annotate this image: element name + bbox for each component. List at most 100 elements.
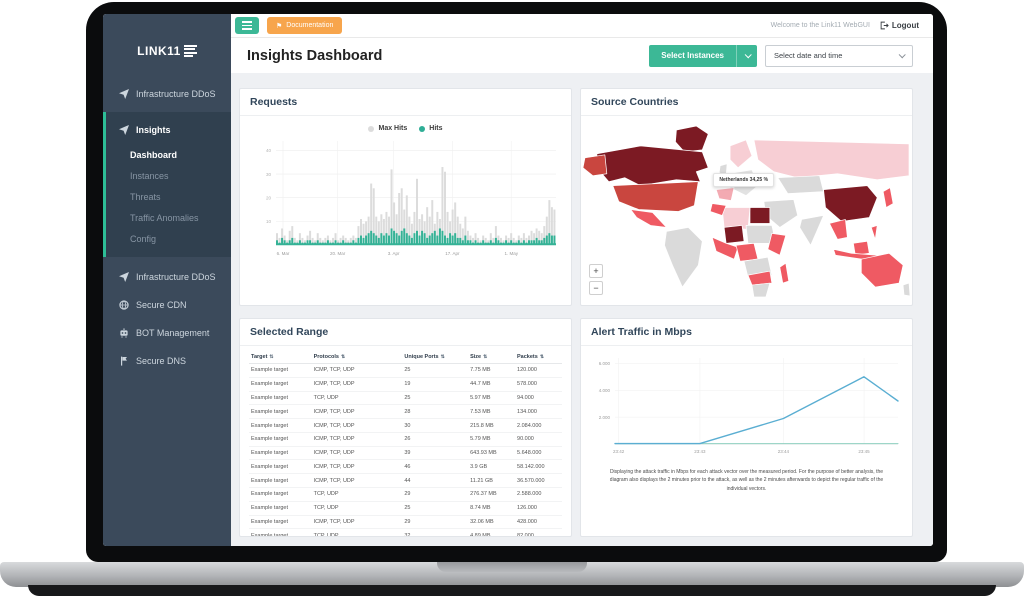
target-link[interactable]: Example target <box>249 419 312 433</box>
sidebar-subitem-traffic-anomalies[interactable]: Traffic Anomalies <box>106 207 231 228</box>
target-link[interactable]: Example target <box>249 446 312 460</box>
svg-text:23:43: 23:43 <box>694 449 706 454</box>
map-zoom-controls: + − <box>589 264 603 295</box>
table-cell: ICMP, TCP, UDP <box>312 446 403 460</box>
table-cell: 4.89 MB <box>468 529 515 536</box>
chevron-down-icon[interactable] <box>736 45 757 67</box>
sidebar-item-infrastructure-ddos[interactable]: Infrastructure DDoS <box>103 263 231 291</box>
table-cell: 26 <box>402 432 468 446</box>
column-header-packets[interactable]: Packets⇅ <box>515 350 562 364</box>
table-cell: 643.93 MB <box>468 446 515 460</box>
sidebar-item-label: Secure CDN <box>136 300 187 310</box>
table-cell: ICMP, TCP, UDP <box>312 515 403 529</box>
target-link[interactable]: Example target <box>249 405 312 419</box>
table-cell: 7.75 MB <box>468 364 515 378</box>
page-header-controls: Select Instances Select date and time <box>649 45 913 67</box>
flag-icon: ⚑ <box>276 22 282 30</box>
sidebar-subitem-threats[interactable]: Threats <box>106 186 231 207</box>
logout-icon <box>880 21 889 30</box>
table-cell: ICMP, TCP, UDP <box>312 364 403 378</box>
table-cell: 30 <box>402 419 468 433</box>
svg-text:1. May: 1. May <box>504 251 518 256</box>
paper-plane-icon <box>119 89 129 99</box>
alert-line-chart[interactable]: 2.0004.0006.00023:4223:4323:4423:45 <box>588 352 906 465</box>
top-navbar: ⚑ Documentation Welcome to the Link11 We… <box>231 14 933 38</box>
panel-title: Selected Range <box>240 319 571 346</box>
requests-chart-area: Max Hits Hits 102030406. Mar20. Mar3. Ap… <box>240 116 571 305</box>
logout-button[interactable]: Logout <box>880 21 919 30</box>
sidebar-item-insights[interactable]: Insights <box>106 116 231 144</box>
svg-text:20. Mar: 20. Mar <box>329 251 345 256</box>
column-header-unique-ports[interactable]: Unique Ports⇅ <box>402 350 468 364</box>
sidebar-item-label: Insights <box>136 125 171 135</box>
column-header-target[interactable]: Target⇅ <box>249 350 312 364</box>
sidebar-item-label: Infrastructure DDoS <box>136 89 216 99</box>
table-row: Example targetTCP, UDP255.97 MB94.000 <box>249 391 562 405</box>
sidebar-subnav: DashboardInstancesThreatsTraffic Anomali… <box>106 144 231 249</box>
table-row: Example targetICMP, TCP, UDP4411.21 GB36… <box>249 474 562 488</box>
column-header-protocols[interactable]: Protocols⇅ <box>312 350 403 364</box>
table-cell: 120.000 <box>515 364 562 378</box>
world-map[interactable] <box>581 116 912 305</box>
date-time-select[interactable]: Select date and time <box>765 45 913 67</box>
laptop-mockup: LINK11 Infrastructure DDoS Insights Dash… <box>0 0 1024 598</box>
target-link[interactable]: Example target <box>249 364 312 378</box>
table-cell: 39 <box>402 446 468 460</box>
sidebar-subitem-dashboard[interactable]: Dashboard <box>106 144 231 165</box>
sidebar-item-label: Infrastructure DDoS <box>136 272 216 282</box>
table-cell: ICMP, TCP, UDP <box>312 419 403 433</box>
target-link[interactable]: Example target <box>249 432 312 446</box>
sort-icon: ⇅ <box>341 354 345 360</box>
table-cell: 90.000 <box>515 432 562 446</box>
table-cell: 11.21 GB <box>468 474 515 488</box>
target-link[interactable]: Example target <box>249 460 312 474</box>
target-link[interactable]: Example target <box>249 501 312 515</box>
chevron-down-icon <box>899 51 906 58</box>
svg-text:2.000: 2.000 <box>598 415 610 420</box>
alert-description: Displaying the attack traffic in Mbps fo… <box>581 465 912 493</box>
svg-text:30: 30 <box>265 172 271 177</box>
sidebar-item-label: Secure DNS <box>136 356 186 366</box>
svg-text:23:42: 23:42 <box>613 449 625 454</box>
legend-item-hits[interactable]: Hits <box>419 125 442 132</box>
sidebar-item-secure-cdn[interactable]: Secure CDN <box>103 291 231 319</box>
target-link[interactable]: Example target <box>249 474 312 488</box>
svg-text:6. Mar: 6. Mar <box>276 251 289 256</box>
zoom-out-button[interactable]: − <box>589 281 603 295</box>
panel-requests: Requests Max Hits Hits 10 <box>239 88 572 306</box>
sidebar-subitem-instances[interactable]: Instances <box>106 165 231 186</box>
dns-flag-icon <box>119 356 129 366</box>
legend-dot-teal <box>419 126 425 132</box>
table-cell: 82.000 <box>515 529 562 536</box>
table-cell: ICMP, TCP, UDP <box>312 377 403 391</box>
table-cell: ICMP, TCP, UDP <box>312 460 403 474</box>
target-link[interactable]: Example target <box>249 391 312 405</box>
target-link[interactable]: Example target <box>249 488 312 502</box>
table-row: Example targetICMP, TCP, UDP265.79 MB90.… <box>249 432 562 446</box>
table-row: Example targetICMP, TCP, UDP39643.93 MB5… <box>249 446 562 460</box>
table-cell: 5.648.000 <box>515 446 562 460</box>
sidebar-subitem-config[interactable]: Config <box>106 228 231 249</box>
documentation-button[interactable]: ⚑ Documentation <box>267 17 342 34</box>
sidebar-item-infrastructure-ddos-top[interactable]: Infrastructure DDoS <box>103 80 231 108</box>
sidebar-item-secure-dns[interactable]: Secure DNS <box>103 347 231 375</box>
target-link[interactable]: Example target <box>249 529 312 536</box>
select-instances-button[interactable]: Select Instances <box>649 45 757 67</box>
sort-icon: ⇅ <box>441 354 445 360</box>
column-header-size[interactable]: Size⇅ <box>468 350 515 364</box>
panel-source-countries: Source Countries <box>580 88 913 306</box>
requests-bar-chart[interactable]: 102030406. Mar20. Mar3. Apr17. Apr1. May <box>250 133 562 269</box>
table-row: Example targetTCP, UDP324.89 MB82.000 <box>249 529 562 536</box>
main-area: ⚑ Documentation Welcome to the Link11 We… <box>231 14 933 546</box>
zoom-in-button[interactable]: + <box>589 264 603 278</box>
map-area: Netherlands 34,25 % + − <box>581 116 912 305</box>
target-link[interactable]: Example target <box>249 515 312 529</box>
sidebar-item-bot-management[interactable]: BOT Management <box>103 319 231 347</box>
legend-item-max-hits[interactable]: Max Hits <box>368 125 407 132</box>
svg-text:3. Apr: 3. Apr <box>387 251 399 256</box>
table-cell: 5.97 MB <box>468 391 515 405</box>
panel-title: Alert Traffic in Mbps <box>581 319 912 346</box>
sidebar-toggle-button[interactable] <box>235 17 259 34</box>
table-cell: 7.53 MB <box>468 405 515 419</box>
target-link[interactable]: Example target <box>249 377 312 391</box>
